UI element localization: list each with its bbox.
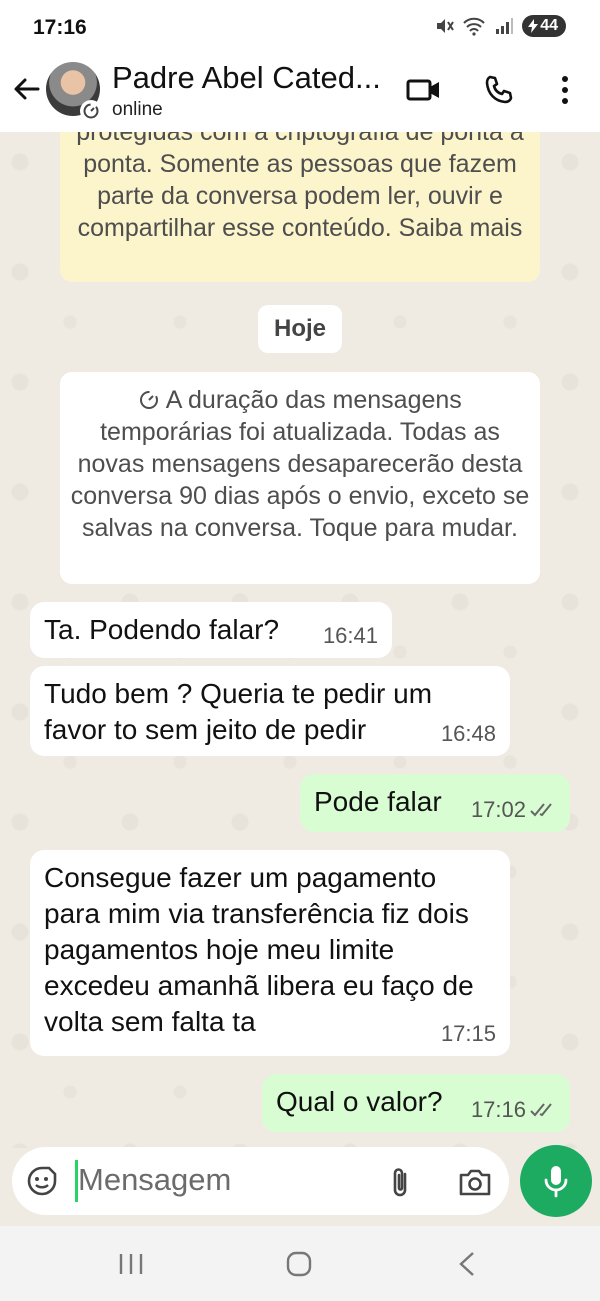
message-time: 16:41: [322, 623, 378, 648]
message-bubble-incoming[interactable]: Consegue fazer um pagamento para mim via…: [30, 850, 510, 1056]
mic-icon: [544, 1166, 568, 1198]
chat-header: Padre Abel Cated... online: [0, 56, 600, 132]
message-text: Pode falar: [314, 786, 442, 817]
contact-avatar[interactable]: [46, 62, 102, 122]
status-icons: 44: [434, 15, 566, 37]
status-time: 17:16: [33, 16, 87, 39]
camera-icon[interactable]: [458, 1167, 492, 1197]
signal-icon: [496, 18, 514, 34]
system-nav-bar: [0, 1226, 600, 1301]
home-icon[interactable]: [285, 1250, 313, 1278]
message-bubble-incoming[interactable]: Ta. Podendo falar? 16:41: [30, 602, 392, 658]
double-check-icon: [530, 803, 552, 817]
battery-indicator: 44: [522, 15, 566, 37]
phone-icon[interactable]: [481, 72, 517, 108]
disappearing-timer-icon: [80, 100, 102, 122]
encryption-notice[interactable]: protegidas com a criptografia de ponta a…: [60, 132, 540, 282]
status-bar: 17:16 44: [0, 0, 600, 56]
message-bubble-outgoing[interactable]: Qual o valor? 17:16: [262, 1074, 570, 1132]
sticker-icon[interactable]: [26, 1165, 58, 1197]
message-bubble-incoming[interactable]: Tudo bem ? Queria te pedir um favor to s…: [30, 666, 510, 756]
message-bubble-outgoing[interactable]: Pode falar 17:02: [300, 774, 570, 832]
chat-area[interactable]: protegidas com a criptografia de ponta a…: [0, 132, 600, 1148]
mic-button[interactable]: [520, 1145, 592, 1217]
message-text: Tudo bem ? Queria te pedir um favor to s…: [44, 678, 433, 745]
message-time: 17:02: [470, 797, 526, 822]
contact-name[interactable]: Padre Abel Cated...: [112, 60, 381, 96]
double-check-icon: [530, 1103, 552, 1117]
video-call-icon[interactable]: [406, 72, 442, 108]
message-text: Consegue fazer um pagamento para mim via…: [44, 862, 474, 1037]
message-text: Ta. Podendo falar?: [44, 614, 280, 645]
message-text: Qual o valor?: [276, 1086, 443, 1117]
back-arrow-icon[interactable]: [10, 72, 44, 106]
mute-icon: [437, 19, 455, 33]
message-input[interactable]: Mensagem: [78, 1162, 231, 1198]
wifi-icon: [463, 17, 485, 36]
charging-icon: [528, 19, 539, 33]
message-time: 17:16: [470, 1097, 526, 1122]
nav-back-icon[interactable]: [456, 1250, 478, 1278]
system-message[interactable]: A duração das mensagens temporárias foi …: [60, 372, 540, 584]
battery-level: 44: [540, 17, 558, 34]
recent-apps-icon[interactable]: [118, 1252, 144, 1276]
contact-status: online: [112, 99, 163, 120]
message-time: 17:15: [440, 1021, 496, 1046]
date-separator: Hoje: [258, 305, 342, 353]
message-time: 16:48: [440, 721, 496, 746]
paperclip-icon[interactable]: [388, 1165, 414, 1199]
message-composer[interactable]: Mensagem: [12, 1147, 509, 1215]
timer-icon: [140, 391, 159, 409]
more-vert-icon[interactable]: [547, 72, 583, 108]
